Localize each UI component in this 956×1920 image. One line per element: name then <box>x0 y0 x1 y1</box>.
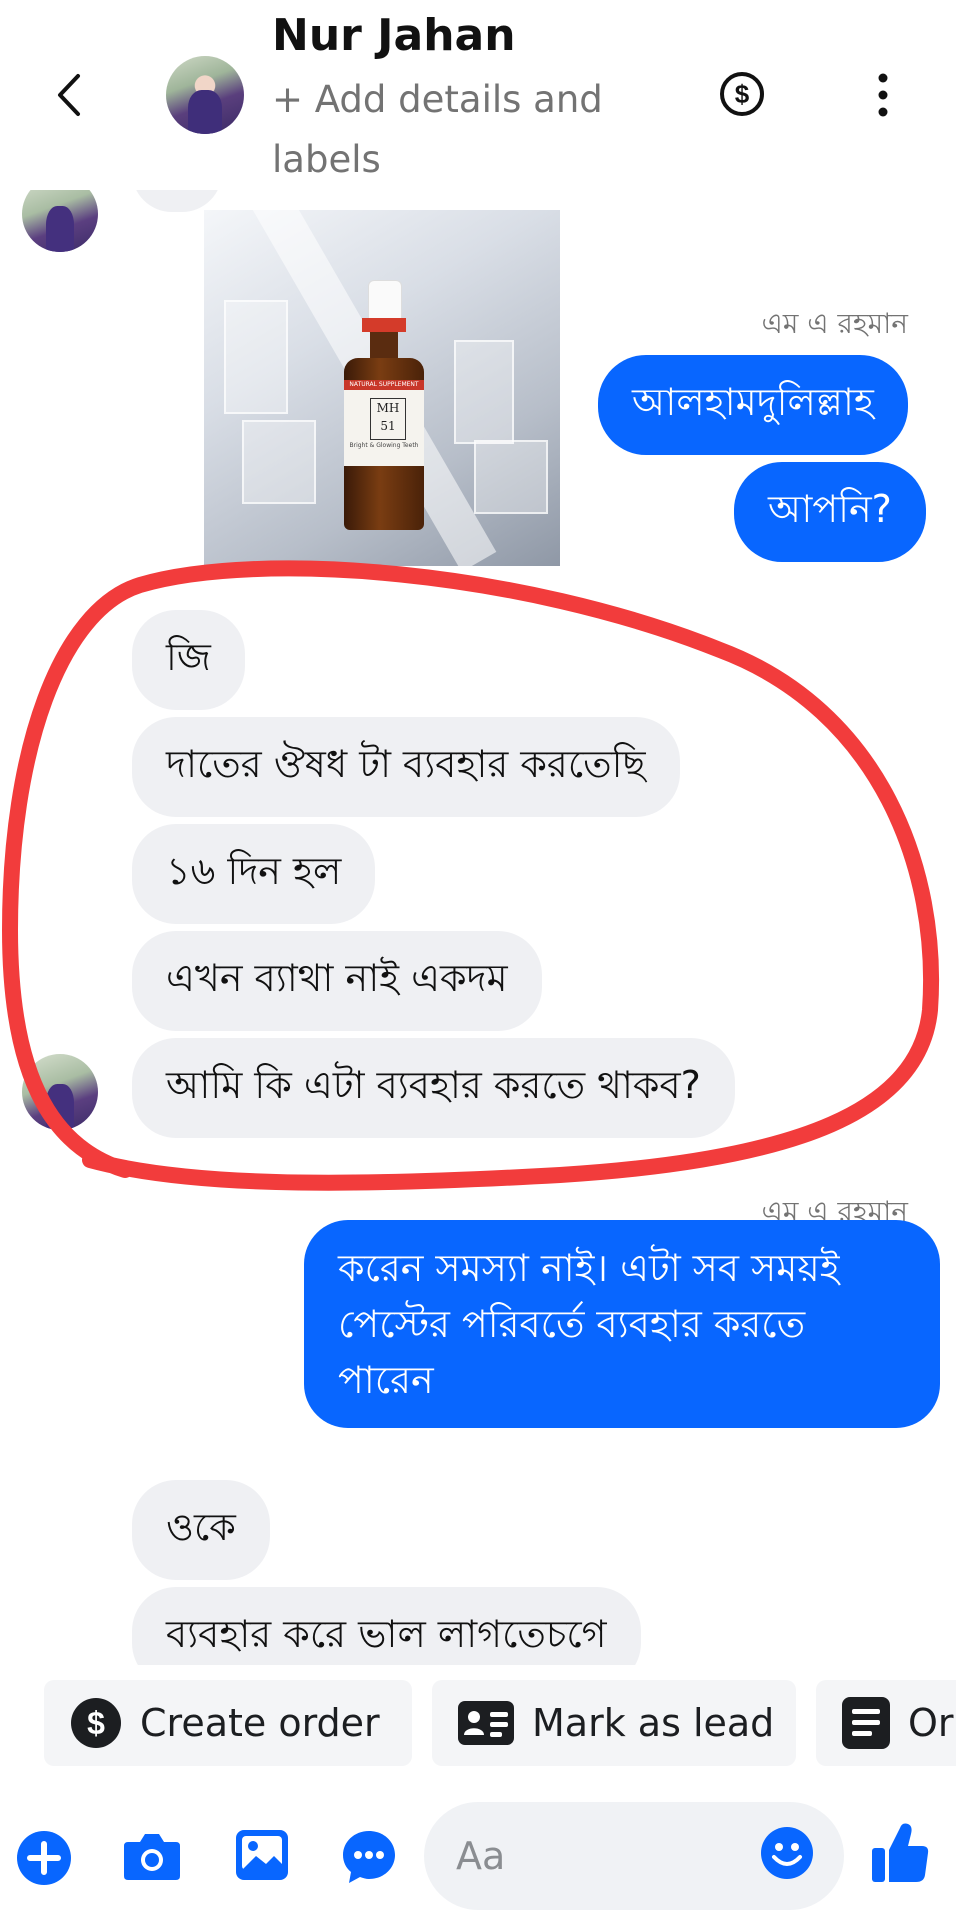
bottle-label: NATURAL SUPPLEMENT MH 51 Bright & Glowin… <box>344 380 424 466</box>
sender-label: এম এ রহমান <box>761 307 908 340</box>
order-button-partial[interactable]: Or <box>816 1680 956 1766</box>
message-bubble-incoming[interactable]: ১৬ দিন হল <box>132 824 376 924</box>
contact-name[interactable]: Nur Jahan <box>272 10 516 61</box>
glass-cube <box>242 420 316 504</box>
glass-cube <box>454 340 514 444</box>
thumbs-up-icon[interactable] <box>870 1820 930 1884</box>
glass-cube <box>224 300 288 414</box>
svg-text:$: $ <box>87 1705 105 1741</box>
sender-avatar <box>22 1054 98 1130</box>
message-bubble-incoming[interactable]: এখন ব্যাথা নাই একদম <box>132 931 542 1031</box>
vertical-dots-icon <box>878 73 888 117</box>
message-bubble-outgoing[interactable]: করেন সমস্যা নাই। এটা সব সময়ই পেস্টের পর… <box>304 1220 940 1428</box>
plus-icon[interactable] <box>16 1830 72 1886</box>
contact-card-icon <box>458 1701 514 1745</box>
document-list-icon <box>842 1697 890 1749</box>
more-options-button[interactable] <box>868 70 898 120</box>
payment-button[interactable]: $ <box>718 70 766 118</box>
sender-avatar <box>22 190 98 252</box>
chevron-left-icon <box>58 74 80 116</box>
message-bubble-outgoing[interactable]: আলহামদুলিল্লাহ <box>598 355 908 455</box>
dollar-circle-icon: $ <box>71 1698 121 1748</box>
product-photo[interactable]: NATURAL SUPPLEMENT MH 51 Bright & Glowin… <box>204 210 560 566</box>
quick-actions-bar: $ Create order Mark as lead Or <box>0 1672 956 1772</box>
message-bubble-outgoing[interactable]: আপনি? <box>734 462 926 562</box>
glass-cube <box>474 440 548 514</box>
message-list[interactable]: Va NATURAL SUPPLEMENT MH 51 Bright & Glo… <box>0 190 956 1665</box>
add-details-link[interactable]: + Add details and labels <box>272 70 632 190</box>
message-bubble-incoming[interactable]: ওকে <box>132 1480 270 1580</box>
create-order-button[interactable]: $ Create order <box>44 1680 412 1766</box>
chat-dots-icon[interactable] <box>340 1828 398 1886</box>
conversation-header: Nur Jahan + Add details and labels $ <box>0 0 956 190</box>
message-bubble-incoming[interactable]: আমি কি এটা ব্যবহার করতে থাকব? <box>132 1038 735 1138</box>
message-bubble-incoming[interactable]: Va <box>132 190 222 212</box>
emoji-icon[interactable] <box>760 1826 814 1880</box>
back-button[interactable] <box>48 70 92 120</box>
message-bubble-incoming[interactable]: দাতের ঔষধ টা ব্যবহার করতেছি <box>132 717 680 817</box>
contact-avatar[interactable] <box>166 56 244 134</box>
message-input-placeholder: Aa <box>456 1834 506 1878</box>
gallery-icon[interactable] <box>234 1828 290 1882</box>
dollar-circle-icon: $ <box>720 72 764 116</box>
camera-icon[interactable] <box>122 1830 182 1882</box>
supplement-bottle: NATURAL SUPPLEMENT MH 51 Bright & Glowin… <box>340 280 428 530</box>
message-bubble-incoming[interactable]: জি <box>132 610 245 710</box>
message-composer: Aa <box>0 1790 956 1920</box>
message-bubble-incoming[interactable]: ব্যবহার করে ভাল লাগতেচগে <box>132 1587 641 1665</box>
mark-as-lead-button[interactable]: Mark as lead <box>432 1680 796 1766</box>
svg-text:$: $ <box>735 79 750 109</box>
